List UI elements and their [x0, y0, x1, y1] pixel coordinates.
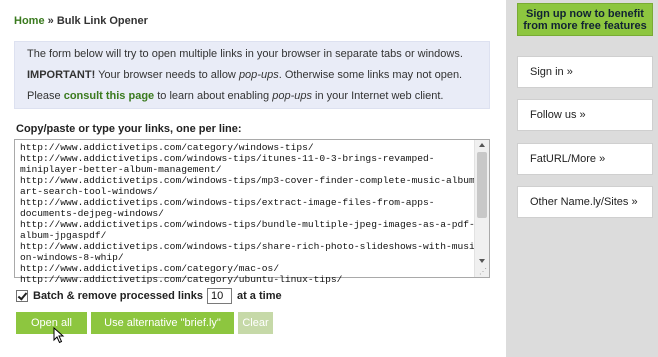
batch-count-input[interactable]: [206, 288, 232, 304]
clear-button[interactable]: Clear: [238, 312, 273, 334]
batch-label: Batch & remove processed links: [33, 290, 203, 302]
breadcrumb-home-link[interactable]: Home: [14, 15, 45, 27]
info-line-2: IMPORTANT! Your browser needs to allow p…: [27, 69, 462, 81]
main-content: Home » Bulk Link Opener The form below w…: [0, 0, 506, 357]
info-line-2-text: Your browser needs to allow: [95, 69, 239, 81]
info-box: The form below will try to open multiple…: [14, 41, 490, 109]
signup-button[interactable]: Sign up now to benefit from more free fe…: [517, 3, 653, 36]
textarea-scrollbar[interactable]: [474, 140, 489, 277]
batch-after-label: at a time: [236, 290, 282, 302]
breadcrumb-current: Bulk Link Opener: [56, 15, 148, 27]
popups-em-2: pop-ups: [272, 90, 312, 102]
popups-em: pop-ups: [238, 69, 279, 81]
sidebar-item-follow-us[interactable]: Follow us »: [517, 99, 653, 131]
batch-checkbox[interactable]: [16, 290, 28, 302]
mouse-pointer-icon: [53, 327, 65, 344]
sidebar-item-other-sites[interactable]: Other Name.ly/Sites »: [517, 186, 653, 218]
info-line-2-end: . Otherwise some links may not open.: [278, 69, 463, 81]
batch-row: Batch & remove processed links at a time: [16, 288, 282, 304]
sidebar: [506, 0, 658, 357]
scroll-thumb[interactable]: [477, 152, 487, 218]
info-line-1: The form below will try to open multiple…: [27, 48, 463, 60]
links-textarea[interactable]: http://www.addictivetips.com/category/wi…: [14, 139, 490, 285]
breadcrumb: Home » Bulk Link Opener: [14, 15, 148, 27]
sidebar-item-sign-in[interactable]: Sign in »: [517, 56, 653, 88]
scroll-up-arrow-icon[interactable]: [479, 143, 485, 147]
links-text[interactable]: http://www.addictivetips.com/category/wi…: [20, 142, 486, 285]
resize-grip-icon[interactable]: ⋰: [479, 268, 487, 276]
consult-page-link[interactable]: consult this page: [64, 90, 154, 102]
info-line-3-start: Please: [27, 90, 64, 102]
scroll-down-arrow-icon[interactable]: [479, 259, 485, 263]
info-line-3-end: in your Internet web client.: [311, 90, 444, 102]
important-label: IMPORTANT!: [27, 69, 96, 81]
breadcrumb-separator: »: [47, 15, 54, 27]
alternative-method-button[interactable]: Use alternative "brief.ly" method: [91, 312, 234, 351]
info-line-3: Please consult this page to learn about …: [27, 90, 443, 102]
open-all-urls-button[interactable]: Open all URLs: [16, 312, 87, 351]
links-field-label: Copy/paste or type your links, one per l…: [16, 123, 242, 135]
sidebar-item-faturl-more[interactable]: FatURL/More »: [517, 143, 653, 175]
info-line-3-mid: to learn about enabling: [154, 90, 273, 102]
